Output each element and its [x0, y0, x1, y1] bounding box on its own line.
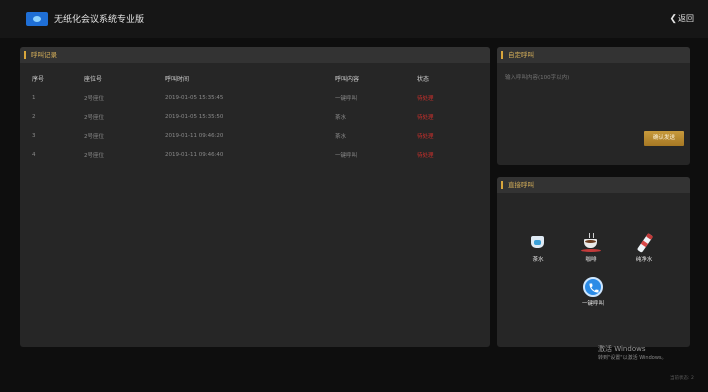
- cell-seat: 2号座位: [84, 152, 104, 159]
- cell-seat: 2号座位: [84, 114, 104, 121]
- table-row[interactable]: 1 2号座位 2019-01-05 15:35:45 一键呼叫 待处理: [20, 88, 490, 107]
- quick-call-tea[interactable]: 茶水: [518, 233, 558, 263]
- cell-content: 茶水: [335, 133, 347, 140]
- table-row[interactable]: 3 2号座位 2019-01-11 09:46:20 茶水 待处理: [20, 126, 490, 145]
- back-label: 返回: [678, 14, 694, 23]
- quick-call-label: 咖啡: [585, 257, 597, 263]
- col-seat: 座位号: [84, 76, 103, 83]
- app-logo-icon: [26, 12, 48, 26]
- quick-call-panel: 直接呼叫 茶水 咖啡 纯净水 一键呼叫: [497, 177, 690, 347]
- cell-time: 2019-01-11 09:46:20: [165, 132, 224, 139]
- cell-content: 茶水: [335, 114, 347, 121]
- cell-content: 一键呼叫: [335, 152, 358, 159]
- quick-call-coffee[interactable]: 咖啡: [571, 233, 611, 263]
- status-badge: 待处理: [417, 95, 434, 102]
- cell-seat: 2号座位: [84, 95, 104, 102]
- col-time: 呼叫时间: [165, 76, 190, 83]
- table-row[interactable]: 4 2号座位 2019-01-11 09:46:40 一键呼叫 待处理: [20, 145, 490, 164]
- table-row[interactable]: 2 2号座位 2019-01-05 15:35:50 茶水 待处理: [20, 107, 490, 126]
- cell-index: 2: [32, 113, 36, 120]
- col-status: 状态: [417, 76, 430, 83]
- phone-call-icon: [583, 277, 603, 297]
- cell-time: 2019-01-05 15:35:45: [165, 94, 224, 101]
- quick-call-label: 一键呼叫: [581, 301, 604, 307]
- custom-call-input[interactable]: [505, 73, 680, 133]
- app-title: 无纸化会议系统专业版: [54, 15, 145, 25]
- quick-call-label: 纯净水: [635, 257, 653, 263]
- cell-index: 3: [32, 132, 36, 139]
- call-records-panel: 呼叫记录 序号 座位号 呼叫时间 呼叫内容 状态 1 2号座位 2019-01-…: [20, 47, 490, 347]
- activation-watermark-title: 激活 Windows: [598, 345, 646, 353]
- water-bottle-icon: [634, 233, 654, 253]
- cell-time: 2019-01-11 09:46:40: [165, 151, 224, 158]
- tea-cup-icon: [528, 233, 548, 253]
- back-button[interactable]: ❮返回: [669, 13, 694, 24]
- quick-call-one-key[interactable]: 一键呼叫: [573, 277, 613, 307]
- col-index: 序号: [32, 76, 45, 83]
- send-button[interactable]: 确认发送: [644, 131, 684, 146]
- call-records-title: 呼叫记录: [20, 47, 490, 63]
- status-badge: 待处理: [417, 133, 434, 140]
- cell-content: 一键呼叫: [335, 95, 358, 102]
- status-badge: 待处理: [417, 152, 434, 159]
- call-records-table: 序号 座位号 呼叫时间 呼叫内容 状态 1 2号座位 2019-01-05 15…: [20, 69, 490, 164]
- quick-call-label: 茶水: [532, 257, 544, 263]
- status-badge: 待处理: [417, 114, 434, 121]
- top-bar: 无纸化会议系统专业版 ❮返回: [0, 0, 708, 38]
- coffee-icon: [581, 233, 601, 253]
- custom-call-panel: 自定呼叫 确认发送: [497, 47, 690, 165]
- activation-watermark-text: 转到"设置"以激活 Windows。: [598, 355, 667, 361]
- cell-time: 2019-01-05 15:35:50: [165, 113, 224, 120]
- table-header-row: 序号 座位号 呼叫时间 呼叫内容 状态: [20, 69, 490, 88]
- cell-seat: 2号座位: [84, 133, 104, 140]
- cell-index: 4: [32, 151, 36, 158]
- chevron-left-icon: ❮: [669, 14, 677, 24]
- corner-status-text: 当前状态: 2: [670, 376, 694, 381]
- col-content: 呼叫内容: [335, 76, 360, 83]
- cell-index: 1: [32, 94, 36, 101]
- quick-call-water[interactable]: 纯净水: [624, 233, 664, 263]
- custom-call-title: 自定呼叫: [497, 47, 690, 63]
- quick-call-title: 直接呼叫: [497, 177, 690, 193]
